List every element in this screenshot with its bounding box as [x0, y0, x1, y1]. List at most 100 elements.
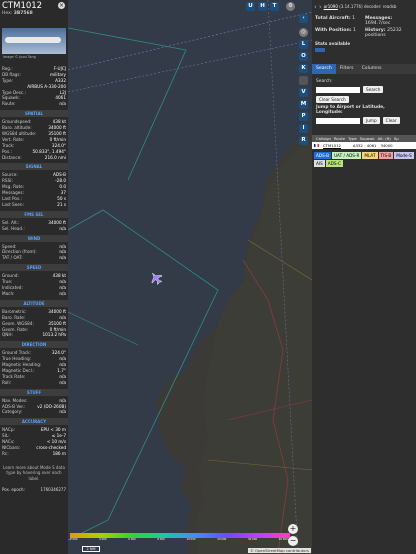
- tab-search[interactable]: Search: [312, 64, 336, 74]
- expand-arrow-icon[interactable]: ‹: [299, 14, 308, 23]
- map-canvas: [68, 0, 312, 554]
- source-badge: ADS-B: [314, 152, 331, 159]
- column-header[interactable]: Type: [348, 135, 357, 142]
- row-label: Last Seen:: [2, 201, 24, 207]
- map-button-blank[interactable]: [299, 76, 308, 85]
- stat-item: Total Aircraft: 1: [315, 16, 363, 26]
- row-label: TAT / OAT:: [2, 255, 23, 261]
- row-altitude: 34000: [380, 143, 393, 148]
- field-value: n/a: [59, 101, 66, 107]
- close-icon[interactable]: ×: [58, 2, 65, 9]
- map-button-r[interactable]: R: [299, 136, 308, 145]
- section-heading: SPEED: [0, 264, 68, 272]
- section-heading: SPATIAL: [0, 110, 68, 118]
- stat-item: History: 25232 positions: [365, 28, 413, 38]
- map-button-u[interactable]: U: [246, 2, 255, 11]
- search-label: Search:: [316, 79, 333, 84]
- row-type: A332: [352, 143, 363, 148]
- france-flag-icon: [314, 143, 319, 148]
- map-button-m[interactable]: M: [299, 100, 308, 109]
- row-value: n/a: [59, 409, 66, 415]
- column-header[interactable]: Route: [334, 135, 345, 142]
- column-header[interactable]: Sp: [394, 135, 399, 142]
- info-row: QNH: 1013.2 hPa: [0, 332, 68, 338]
- version-info: ar1090 (3.14.1776) decoder: readsb: [323, 4, 397, 9]
- stat-value: 1: [353, 28, 356, 33]
- source-badge: AIS: [314, 160, 325, 167]
- row-value: 1013.2 hPa: [42, 332, 66, 338]
- stats-toggle[interactable]: [315, 48, 325, 52]
- row-value: n/a: [59, 255, 66, 261]
- row-label: Rc:: [2, 450, 9, 456]
- info-row: TAT / OAT: n/a: [0, 255, 68, 261]
- row-value: n/a: [59, 379, 66, 385]
- info-row: Sel. Head.: n/a: [0, 226, 68, 232]
- row-label: Mach:: [2, 290, 15, 296]
- map-button-o[interactable]: O: [299, 52, 308, 61]
- clear-search-button[interactable]: Clear Search: [316, 96, 349, 103]
- jump-button[interactable]: Jump: [363, 117, 380, 124]
- stats-block: Total Aircraft: 1 Messages: 1694.7/sec Wit…: [312, 13, 416, 41]
- mode-s-note: Learn more about Mode S data type by hov…: [3, 464, 65, 481]
- source-badge: TIS-B: [378, 152, 394, 159]
- aircraft-table-header: Callsign Route Type Squawk Alt. (ft) Sp: [312, 135, 416, 142]
- map-button-t[interactable]: T: [270, 2, 279, 11]
- altitude-tick-label: 6 000: [128, 538, 136, 541]
- map-attribution[interactable]: © OpenStreetMap contributors: [248, 548, 311, 553]
- row-label: QNH:: [2, 332, 13, 338]
- row-label: Sel. Head.:: [2, 225, 25, 231]
- expand-right-icon[interactable]: ›: [319, 3, 322, 11]
- row-value: 216.0 nmi: [44, 154, 66, 160]
- settings-gear-icon[interactable]: ⚙: [286, 2, 295, 11]
- section-heading: FMS SEL: [0, 210, 68, 218]
- section-heading: ACCURACY: [0, 418, 68, 426]
- column-header[interactable]: Alt. (ft): [378, 135, 391, 142]
- map-button-k[interactable]: K: [299, 64, 308, 73]
- row-value: n/a: [59, 290, 66, 296]
- callsign: CTM1012: [2, 1, 43, 11]
- map-view[interactable]: U H T ⚙ ‹ ◎ L O K V M P I R + − 2 000 4 0…: [68, 0, 312, 554]
- altitude-tick-label: 4 000: [99, 538, 107, 541]
- row-value: 186 m: [52, 450, 66, 456]
- collapse-left-icon[interactable]: ‹: [314, 3, 317, 11]
- hex-code: Hex: 3B7568: [2, 11, 33, 16]
- jump-label: Jump to Airport or Latitude, Longitude:: [316, 105, 385, 115]
- panel-header: ‹ › ar1090 (3.14.1776) decoder: readsb: [312, 0, 416, 13]
- column-header[interactable]: Squawk: [360, 135, 375, 142]
- source-legend: ADS-B UAT / ADS-R MLAT TIS-B Mode-S AIS ADS-C: [312, 149, 416, 170]
- map-button-i[interactable]: I: [299, 124, 308, 133]
- clear-button[interactable]: Clear: [382, 117, 400, 124]
- table-row[interactable]: CTM1012 A332 4061 34000: [312, 142, 416, 149]
- aircraft-photo[interactable]: [2, 28, 66, 54]
- row-label: Category:: [2, 409, 23, 415]
- sidebar-panel: ‹ › ar1090 (3.14.1776) decoder: readsb T…: [312, 0, 416, 554]
- map-button-l[interactable]: L: [299, 40, 308, 49]
- map-button-p[interactable]: P: [299, 112, 308, 121]
- field-label: Route:: [2, 101, 16, 107]
- source-badge: Mode-S: [394, 152, 414, 159]
- search-button[interactable]: Search: [363, 86, 384, 93]
- info-row: Last Seen: 21 s: [0, 202, 68, 208]
- info-row: Roll: n/a: [0, 380, 68, 386]
- altitude-tick-label: 30 000: [247, 538, 258, 541]
- tab-columns[interactable]: Columns: [358, 64, 386, 74]
- search-input[interactable]: [316, 86, 360, 93]
- row-label: Roll:: [2, 379, 12, 385]
- info-row: Mach: n/a: [0, 291, 68, 297]
- section-heading: WIND: [0, 234, 68, 242]
- row-callsign[interactable]: CTM1012: [323, 142, 341, 149]
- version-link[interactable]: ar1090: [324, 4, 338, 9]
- layers-icon[interactable]: ◎: [299, 28, 308, 37]
- stat-item: With Position: 1: [315, 28, 363, 38]
- stat-value: 1694.7/sec: [365, 21, 391, 26]
- map-button-h[interactable]: H: [258, 2, 267, 11]
- map-button-v[interactable]: V: [299, 88, 308, 97]
- stat-label: With Position:: [315, 28, 352, 33]
- field-label: Type:: [2, 77, 14, 83]
- altitude-tick-label: 10 000: [186, 538, 196, 541]
- panel-tabs: Search Filters Columns: [312, 64, 416, 74]
- column-header[interactable]: Callsign: [316, 135, 331, 142]
- stat-label: Total Aircraft:: [315, 16, 351, 21]
- tab-filters[interactable]: Filters: [336, 64, 358, 74]
- jump-input[interactable]: [316, 117, 360, 124]
